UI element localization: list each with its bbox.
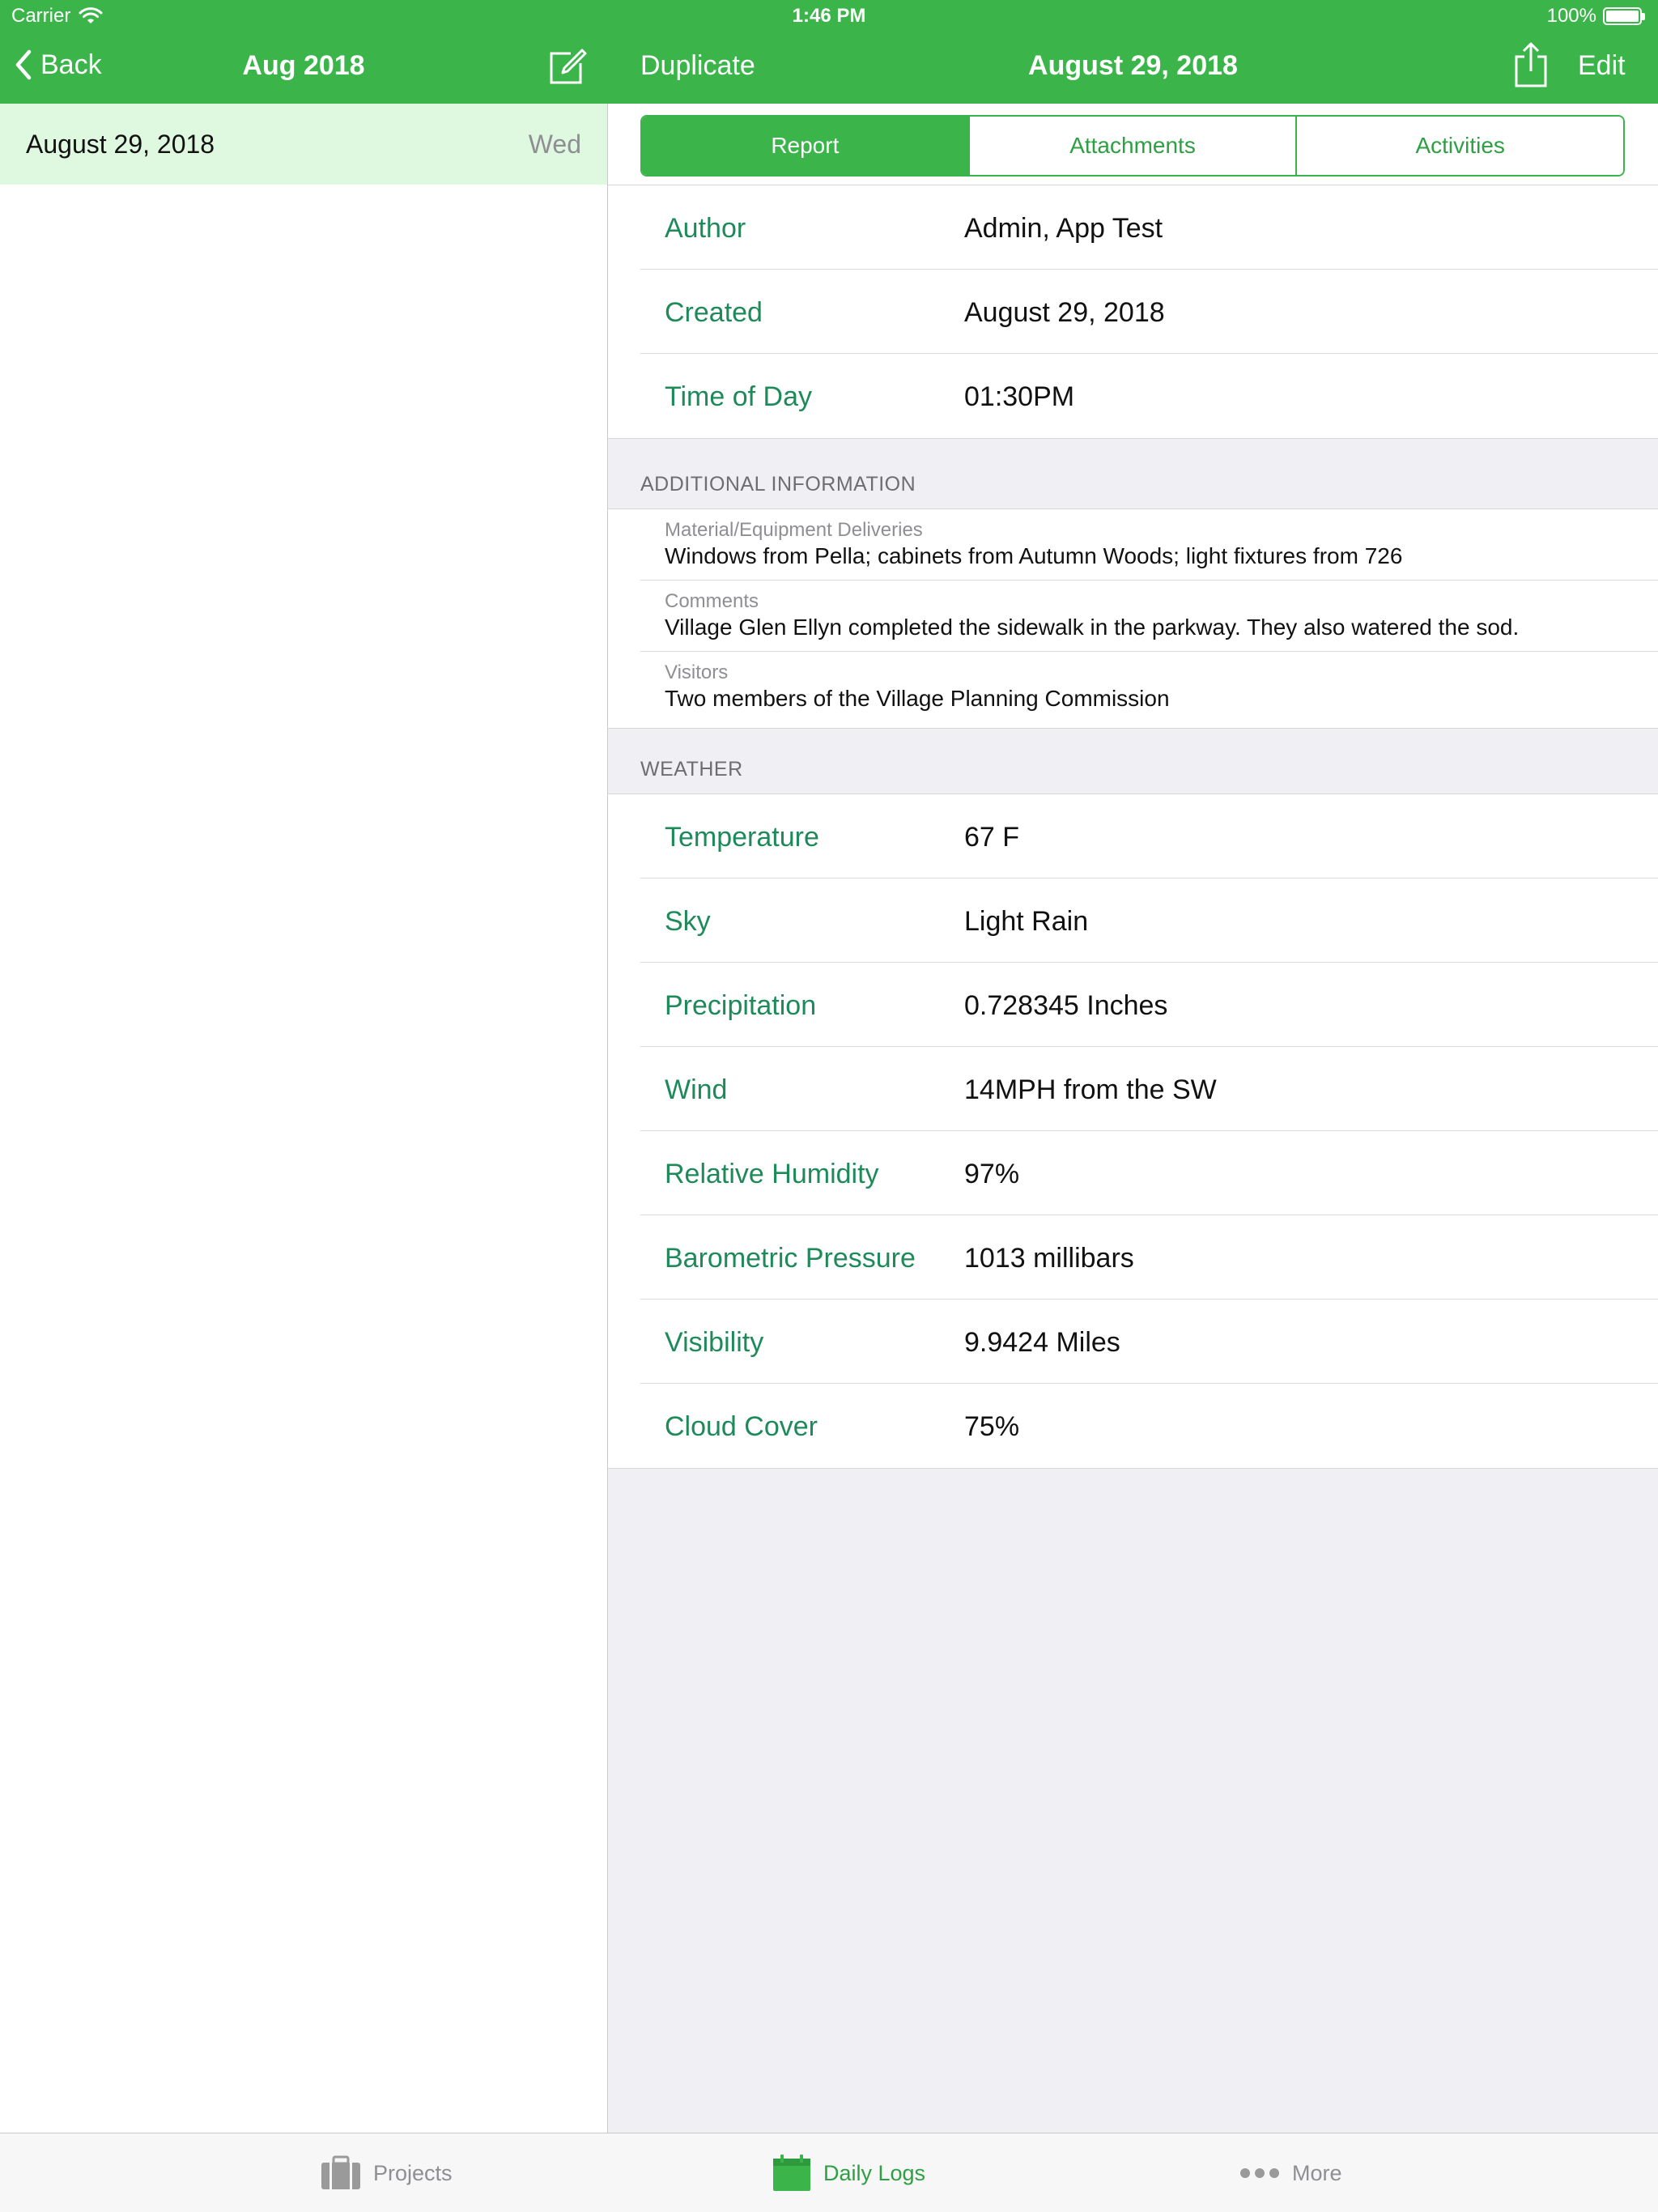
table-row[interactable]: Sky Light Rain: [608, 878, 1658, 963]
info-text: Village Glen Ellyn completed the sidewal…: [665, 615, 1520, 640]
detail-title: August 29, 2018: [1028, 50, 1238, 81]
master-title: Aug 2018: [242, 50, 365, 81]
tab-bar: Projects Daily Logs More: [0, 2133, 1658, 2212]
tab-label: Daily Logs: [823, 2160, 926, 2185]
battery-percent: 100%: [1546, 5, 1596, 27]
field-value: 75%: [964, 1411, 1020, 1442]
calendar-icon: [773, 2155, 810, 2191]
list-item[interactable]: Comments Village Glen Ellyn completed th…: [608, 581, 1658, 652]
briefcase-icon: [321, 2155, 360, 2189]
info-text: Two members of the Village Planning Comm…: [665, 686, 1170, 711]
field-label: Temperature: [665, 822, 819, 853]
field-value: August 29, 2018: [964, 297, 1165, 328]
list-item-day: Wed: [528, 130, 581, 159]
info-label: Comments: [665, 590, 759, 612]
tab-projects[interactable]: Projects: [320, 2133, 453, 2212]
table-row[interactable]: Temperature 67 F: [608, 794, 1658, 878]
field-label: Wind: [665, 1074, 728, 1105]
table-row[interactable]: Barometric Pressure 1013 millibars: [608, 1215, 1658, 1300]
additional-info-header: ADDITIONAL INFORMATION: [640, 473, 916, 496]
field-value: Light Rain: [964, 906, 1089, 937]
tab-daily-logs[interactable]: Daily Logs: [772, 2133, 925, 2212]
field-value: 1013 millibars: [964, 1243, 1134, 1274]
table-row[interactable]: Visibility 9.9424 Miles: [608, 1300, 1658, 1384]
info-text: Windows from Pella; cabinets from Autumn…: [665, 543, 1403, 568]
battery-indicator: 100%: [1547, 5, 1645, 28]
report-section: Author Admin, App Test Created August 29…: [608, 185, 1658, 439]
tab-label: Projects: [373, 2160, 453, 2185]
tab-more[interactable]: More: [1239, 2133, 1342, 2212]
more-dots-icon: [1240, 2168, 1279, 2178]
field-value: 97%: [964, 1159, 1020, 1189]
segment-activities[interactable]: Activities: [1295, 117, 1623, 175]
status-bar: Carrier 1:46 PM 100%: [0, 0, 1658, 32]
field-label: Time of Day: [665, 381, 813, 412]
field-label: Cloud Cover: [665, 1411, 818, 1442]
field-value: 67 F: [964, 822, 1020, 853]
field-label: Sky: [665, 906, 711, 937]
tab-label: More: [1292, 2160, 1342, 2185]
field-value: 9.9424 Miles: [964, 1327, 1120, 1358]
master-list: August 29, 2018 Wed: [0, 104, 607, 2133]
field-value: Admin, App Test: [964, 213, 1163, 244]
field-label: Created: [665, 297, 763, 328]
compose-icon[interactable]: [546, 47, 587, 87]
table-row[interactable]: Precipitation 0.728345 Inches: [608, 963, 1658, 1047]
field-label: Barometric Pressure: [665, 1243, 916, 1274]
share-icon[interactable]: [1513, 40, 1549, 89]
field-label: Visibility: [665, 1327, 764, 1358]
status-time: 1:46 PM: [792, 5, 866, 27]
info-label: Material/Equipment Deliveries: [665, 519, 923, 541]
detail-nav-bar: Duplicate August 29, 2018 Edit: [608, 32, 1658, 104]
segment-report[interactable]: Report: [642, 117, 968, 175]
field-value: 01:30PM: [964, 381, 1075, 412]
additional-info-section: Material/Equipment Deliveries Windows fr…: [608, 508, 1658, 729]
table-row[interactable]: Relative Humidity 97%: [608, 1131, 1658, 1215]
edit-button[interactable]: Edit: [1578, 50, 1626, 82]
table-row[interactable]: Cloud Cover 75%: [608, 1384, 1658, 1468]
segment-attachments[interactable]: Attachments: [967, 117, 1296, 175]
table-row[interactable]: Time of Day 01:30PM: [608, 354, 1658, 438]
top-bar: Carrier 1:46 PM 100% Back Aug 2018 Dupli…: [0, 0, 1658, 104]
battery-icon: [1603, 7, 1642, 25]
detail-pane: Report Attachments Activities Author Adm…: [608, 104, 1658, 2133]
master-nav-bar: Back Aug 2018: [0, 32, 607, 104]
list-item-date: August 29, 2018: [26, 130, 215, 159]
weather-section: Temperature 67 F Sky Light Rain Precipit…: [608, 793, 1658, 1469]
list-item[interactable]: Material/Equipment Deliveries Windows fr…: [608, 509, 1658, 581]
table-row[interactable]: Author Admin, App Test: [608, 185, 1658, 270]
field-label: Author: [665, 213, 746, 244]
list-item[interactable]: Visitors Two members of the Village Plan…: [608, 652, 1658, 728]
segmented-control: Report Attachments Activities: [640, 115, 1625, 177]
field-label: Relative Humidity: [665, 1159, 879, 1189]
table-row[interactable]: Created August 29, 2018: [608, 270, 1658, 354]
weather-header: WEATHER: [640, 758, 743, 781]
list-item[interactable]: August 29, 2018 Wed: [0, 104, 607, 185]
field-label: Precipitation: [665, 990, 817, 1021]
segment-bar: Report Attachments Activities: [608, 104, 1658, 185]
field-value: 14MPH from the SW: [964, 1074, 1217, 1105]
field-value: 0.728345 Inches: [964, 990, 1168, 1021]
table-row[interactable]: Wind 14MPH from the SW: [608, 1047, 1658, 1131]
info-label: Visitors: [665, 661, 729, 683]
